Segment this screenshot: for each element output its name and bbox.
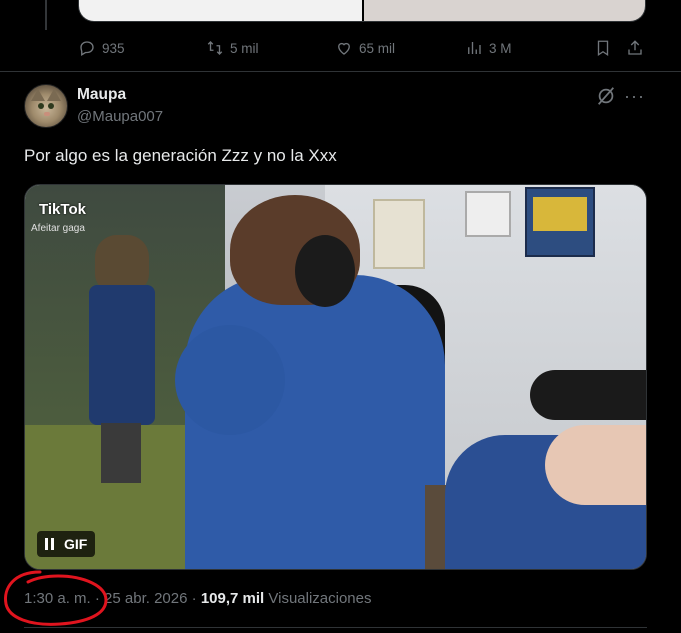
tiktok-watermark-sub: Afeitar gaga: [31, 223, 85, 234]
author-name[interactable]: Maupa: [77, 86, 126, 104]
reply-icon: [80, 41, 94, 56]
pause-icon: [45, 538, 54, 550]
share-button[interactable]: [626, 39, 644, 57]
analytics-icon: [468, 42, 481, 54]
tweet-views-count: 109,7 mil: [200, 590, 265, 607]
share-icon: [628, 40, 642, 55]
reply-count: 935: [102, 40, 125, 56]
retweet-button[interactable]: 5 mil: [206, 39, 259, 57]
tweet-thread-view: 935 5 mil 65 mil 3 M Maupa @Maupa007 ···…: [0, 0, 681, 633]
view-count: 3 M: [489, 40, 512, 56]
like-count: 65 mil: [359, 40, 396, 56]
avatar[interactable]: [24, 84, 68, 128]
retweet-icon: [207, 41, 223, 55]
more-options-icon[interactable]: ···: [624, 86, 646, 106]
meta-separator: ·: [191, 590, 197, 607]
gif-pause-control[interactable]: GIF: [37, 531, 96, 557]
tweet-metadata: 1:30 a. m. · 25 abr. 2026 · 109,7 mil Vi…: [24, 590, 372, 607]
tweet-date[interactable]: 25 abr. 2026: [104, 590, 187, 607]
tweet-time[interactable]: 1:30 a. m.: [24, 590, 91, 607]
retweet-count: 5 mil: [230, 40, 259, 56]
author-handle[interactable]: @Maupa007: [77, 108, 163, 125]
previous-tweet-actions: 935 5 mil 65 mil 3 M: [78, 36, 648, 60]
meta-separator: ·: [94, 590, 100, 607]
gif-badge-label: GIF: [64, 536, 88, 552]
tweet-divider: [0, 71, 681, 72]
thread-connector-line: [45, 0, 47, 30]
bookmark-button[interactable]: [594, 39, 612, 57]
grok-icon[interactable]: [595, 85, 617, 107]
reply-button[interactable]: 935: [78, 39, 125, 57]
heart-icon: [338, 42, 350, 55]
tiktok-watermark: TikTok: [39, 201, 86, 218]
tweet-text: Por algo es la generación Zzz y no la Xx…: [24, 146, 337, 165]
tweet-views-label: Visualizaciones: [268, 590, 372, 607]
bookmark-icon: [597, 40, 609, 57]
metadata-divider: [24, 627, 647, 628]
views-button[interactable]: 3 M: [465, 39, 512, 57]
previous-tweet-media[interactable]: [78, 0, 646, 22]
like-button[interactable]: 65 mil: [335, 39, 395, 57]
tweet-gif-media[interactable]: TikTok Afeitar gaga GIF: [24, 184, 647, 570]
